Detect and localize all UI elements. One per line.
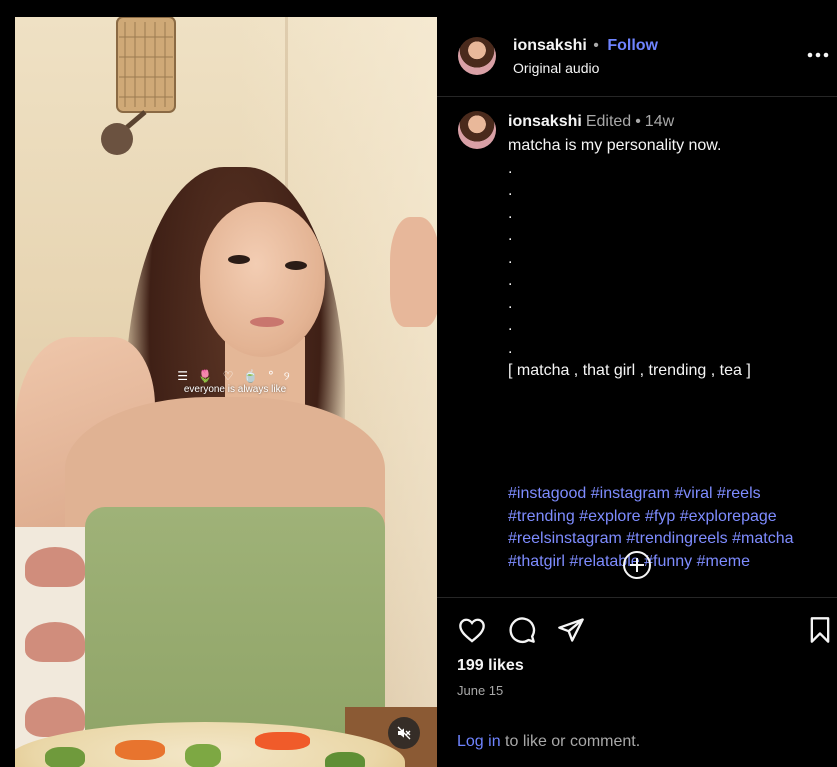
wall-lamp	[101, 17, 176, 155]
sticker-caption: everyone is always like	[183, 384, 287, 395]
hashtag-link[interactable]: #trendingreels	[626, 530, 727, 547]
login-link[interactable]: Log in	[457, 733, 501, 750]
hashtag-link[interactable]: #matcha	[732, 530, 793, 547]
pizza-topping	[115, 740, 165, 760]
hashtag-link[interactable]: #instagood	[508, 485, 586, 502]
caption-avatar[interactable]	[458, 111, 496, 149]
like-button[interactable]	[457, 615, 487, 645]
hashtag-link[interactable]: #thatgirl	[508, 553, 565, 570]
hashtag-link[interactable]: #reels	[717, 485, 761, 502]
bookmark-icon	[810, 617, 830, 643]
view-more-comments-button[interactable]	[622, 550, 652, 580]
pizza-topping	[255, 732, 310, 750]
hashtag-link[interactable]: #explorepage	[680, 508, 777, 525]
sticker-emoji-row: ☰ 🌷 ♡ 🍵 ° ୨	[177, 369, 293, 383]
person-hand	[390, 217, 437, 327]
person-lips	[250, 317, 284, 327]
like-count[interactable]: 199 likes	[457, 657, 524, 675]
caption-author-line: ionsakshi Edited • 14w	[508, 113, 674, 131]
pizza-topping	[325, 752, 365, 767]
separator-dot: •	[593, 37, 599, 54]
comment-icon	[509, 617, 536, 643]
person-eye-left	[228, 255, 250, 264]
pizza-topping	[45, 747, 85, 767]
login-prompt-text: to like or comment.	[500, 733, 641, 750]
hashtag-list: #instagood #instagram #viral #reels #tre…	[508, 483, 818, 573]
pizza-topping	[185, 744, 221, 767]
post-age[interactable]: 14w	[645, 113, 674, 130]
hashtag-link[interactable]: #reelsinstagram	[508, 530, 622, 547]
hashtag-link[interactable]: #instagram	[591, 485, 670, 502]
post-date: June 15	[457, 683, 504, 698]
follow-button[interactable]: Follow	[607, 37, 658, 54]
avatar[interactable]	[458, 37, 496, 75]
comment-button[interactable]	[507, 615, 537, 645]
window-top-strip	[0, 0, 837, 17]
person-face	[200, 202, 325, 357]
text-sticker: ☰ 🌷 ♡ 🍵 ° ୨ everyone is always like	[165, 369, 305, 395]
hashtag-link[interactable]: #meme	[697, 553, 750, 570]
share-button[interactable]	[556, 615, 586, 645]
caption-section: ionsakshi Edited • 14w matcha is my persona…	[437, 97, 837, 597]
hashtag-link[interactable]: #explore	[579, 508, 640, 525]
reel-video[interactable]: ☰ 🌷 ♡ 🍵 ° ୨ everyone is always like	[15, 17, 437, 767]
send-icon	[558, 618, 584, 642]
section-divider	[437, 597, 837, 598]
separator-dot: •	[635, 113, 641, 130]
audio-label[interactable]: Original audio	[513, 60, 599, 76]
login-prompt: Log in to like or comment.	[457, 733, 640, 751]
hashtag-link[interactable]: #fyp	[645, 508, 675, 525]
more-horizontal-icon	[807, 52, 829, 58]
hashtag-link[interactable]: #trending	[508, 508, 575, 525]
author-username[interactable]: ionsakshi	[513, 37, 587, 54]
plus-circle-icon	[623, 551, 651, 579]
post-header: ionsakshi • Follow Original audio	[437, 17, 837, 97]
edited-label: Edited	[585, 113, 632, 130]
speaker-muted-icon	[397, 726, 411, 740]
person-eye-right	[285, 261, 307, 270]
mute-button[interactable]	[388, 717, 420, 749]
cushion-motif	[25, 547, 85, 587]
caption-text: matcha is my personality now. . . . . . …	[508, 137, 751, 379]
caption-username[interactable]: ionsakshi	[508, 113, 582, 130]
save-button[interactable]	[805, 615, 835, 645]
author-line: ionsakshi • Follow	[513, 37, 658, 55]
more-options-button[interactable]	[807, 41, 829, 64]
post-panel: ionsakshi • Follow Original audio ionsak…	[437, 17, 837, 767]
hashtag-link[interactable]: #viral	[674, 485, 712, 502]
heart-icon	[459, 618, 485, 643]
cushion-motif	[25, 622, 85, 662]
